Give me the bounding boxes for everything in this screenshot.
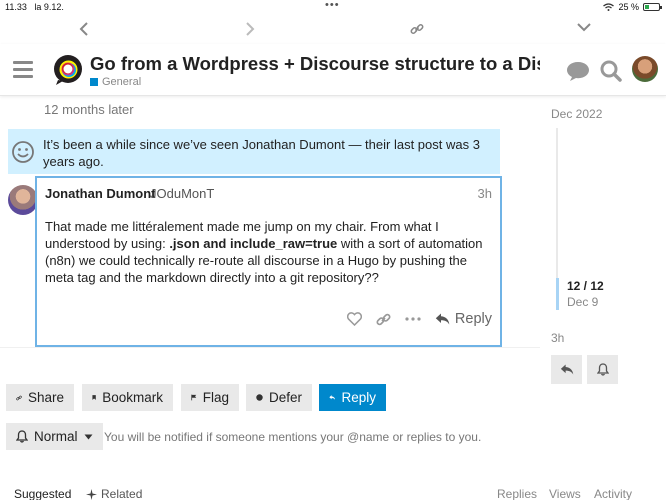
topic-title[interactable]: Go from a Wordpress + Discourse structur… <box>90 53 540 75</box>
post-reply-label: Reply <box>454 311 492 327</box>
flag-label: Flag <box>202 390 229 405</box>
timeline-start-date[interactable]: Dec 2022 <box>551 107 602 121</box>
chevron-down-icon[interactable] <box>577 22 591 32</box>
wifi-icon <box>603 3 615 11</box>
bell-icon <box>596 363 609 376</box>
timeline-reply-button[interactable] <box>551 355 582 384</box>
bookmark-icon <box>92 395 96 400</box>
flag-icon <box>191 394 197 401</box>
category-badge[interactable]: General <box>90 76 141 88</box>
circle-icon <box>256 394 263 401</box>
share-label: Share <box>27 390 64 405</box>
heart-icon[interactable] <box>346 312 362 326</box>
author-avatar[interactable] <box>8 185 38 215</box>
timeline-position-date: Dec 9 <box>567 295 599 309</box>
defer-button[interactable]: Defer <box>246 384 312 411</box>
smile-icon <box>12 141 34 163</box>
time-gap: 12 months later <box>44 102 134 117</box>
reply-icon <box>560 364 573 375</box>
chat-icon[interactable] <box>566 60 590 82</box>
reply-button[interactable]: Reply <box>319 384 386 411</box>
notification-description: You will be notified if someone mentions… <box>104 430 482 444</box>
site-header: Go from a Wordpress + Discourse structur… <box>0 44 666 96</box>
timeline-position: 12 / 12 <box>567 279 604 293</box>
hamburger-icon[interactable] <box>13 61 33 79</box>
bookmark-label: Bookmark <box>102 390 163 405</box>
caret-down-icon <box>84 434 93 439</box>
category-color-square <box>90 78 98 86</box>
discourse-logo[interactable] <box>52 54 84 86</box>
timeline-handle[interactable] <box>556 278 559 310</box>
status-right: 25 % <box>603 2 662 12</box>
timeline-notification-button[interactable] <box>587 355 618 384</box>
post-body: That made me littéralement made me jump … <box>45 219 483 285</box>
notice-text: It’s been a while since we’ve seen Jonat… <box>43 137 480 169</box>
reply-label: Reply <box>341 390 376 405</box>
tab-related[interactable]: Related <box>86 487 142 500</box>
tab-related-label: Related <box>101 487 143 500</box>
defer-label: Defer <box>268 390 302 405</box>
post: Jonathan Dumont JOduMonT 3h That made me… <box>35 176 502 347</box>
tab-suggested[interactable]: Suggested <box>14 487 71 500</box>
status-bar: 11.33 la 9.12. ••• 25 % <box>0 0 666 14</box>
post-separator <box>0 347 540 348</box>
flag-button[interactable]: Flag <box>181 384 239 411</box>
post-actions: Reply <box>346 311 492 327</box>
more-icon[interactable] <box>405 317 421 321</box>
notification-level-dropdown[interactable]: Normal <box>6 423 103 450</box>
notification-level-label: Normal <box>34 429 78 444</box>
post-time[interactable]: 3h <box>478 186 492 201</box>
bell-icon <box>16 430 28 443</box>
bookmark-button[interactable]: Bookmark <box>82 384 173 411</box>
column-views[interactable]: Views <box>549 487 581 500</box>
share-button[interactable]: Share <box>6 384 74 411</box>
post-reply-button[interactable]: Reply <box>435 311 492 327</box>
status-time: 11.33 la 9.12. <box>5 2 64 12</box>
user-avatar[interactable] <box>632 56 658 82</box>
back-icon[interactable] <box>79 22 89 36</box>
column-activity[interactable]: Activity <box>594 487 632 500</box>
timeline-end-date[interactable]: 3h <box>551 331 564 345</box>
post-author-name[interactable]: Jonathan Dumont <box>45 186 156 201</box>
browser-toolbar <box>0 22 666 46</box>
battery-percent: 25 % <box>618 2 639 12</box>
post-body-bold: .json and include_raw=true <box>169 236 338 251</box>
post-username[interactable]: JOduMonT <box>150 186 214 201</box>
multitasking-dots[interactable]: ••• <box>325 0 340 11</box>
forward-icon[interactable] <box>245 22 255 36</box>
reply-icon <box>435 313 450 325</box>
category-name: General <box>102 76 142 88</box>
search-icon[interactable] <box>600 60 622 82</box>
reply-icon <box>329 395 336 400</box>
link-icon[interactable] <box>410 22 424 36</box>
column-replies[interactable]: Replies <box>497 487 537 500</box>
battery-icon <box>643 3 662 11</box>
share-link-icon[interactable] <box>376 312 391 327</box>
link-icon <box>16 395 22 400</box>
sparkle-icon <box>86 488 97 500</box>
inactive-user-notice: It’s been a while since we’ve seen Jonat… <box>8 129 500 174</box>
